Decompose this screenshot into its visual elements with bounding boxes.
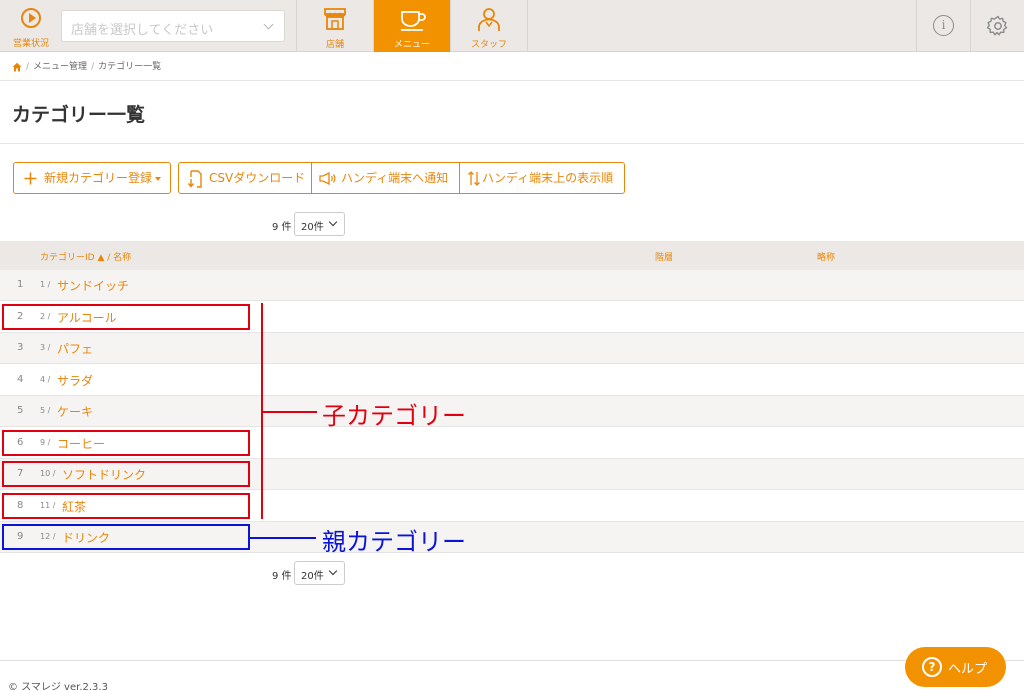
category-name-link[interactable]: サンドイッチ [57,277,129,294]
staff-icon [478,8,500,31]
new-category-button[interactable]: 新規カテゴリー登録 [13,162,171,194]
notify-handy-button[interactable]: ハンディ端末へ通知 [311,162,460,194]
per-page-select[interactable]: 20件 [294,212,345,236]
column-abbr[interactable]: 略称 [817,250,835,263]
row-number: 1 [17,279,24,290]
table-row: 5 5 / ケーキ [0,396,1024,427]
home-icon[interactable] [12,62,22,72]
row-number: 3 [17,342,24,353]
divider [0,660,1024,661]
row-number: 5 [17,405,24,416]
info-button[interactable]: i [916,0,970,52]
chevron-down-icon [263,19,274,30]
result-count: 9 件 [272,222,292,233]
chevron-down-icon [328,217,338,227]
csv-download-label: CSVダウンロード [209,171,306,185]
question-icon: ? [922,657,942,677]
breadcrumb-menu-management[interactable]: メニュー管理 [33,62,87,72]
category-id: 4 / [40,375,51,384]
category-id: 3 / [40,343,51,352]
store-select-placeholder: 店舗を選択してください [71,23,214,38]
row-number: 4 [17,374,24,385]
breadcrumb-current: カテゴリー一覧 [98,62,162,72]
table-header: カテゴリーID ▲ / 名称 階層 略称 [0,241,1024,270]
parent-pointer-line [250,537,316,539]
handy-order-label: ハンディ端末上の表示順 [482,171,614,185]
category-name-link[interactable]: ケーキ [57,403,93,420]
result-count: 9 件 [272,571,292,582]
sales-status-label: 営業状況 [12,39,49,49]
help-label: ヘルプ [948,662,988,677]
handy-order-button[interactable]: ハンディ端末上の表示順 [459,162,625,194]
tab-store-label: 店舗 [325,40,344,50]
page-title: カテゴリー一覧 [12,104,146,126]
breadcrumb-separator: / [91,62,95,72]
tab-menu[interactable]: メニュー [373,0,450,52]
chevron-down-icon [328,566,338,576]
top-bar: 営業状況 店舗を選択してください 店舗 メニュー スタッフ i [0,0,1024,52]
parent-category-annotation: 親カテゴリー [322,528,466,556]
child-pointer-line [263,411,317,413]
gear-icon [987,15,1008,36]
new-category-label: 新規カテゴリー登録 [44,171,153,185]
csv-download-button[interactable]: CSVダウンロード [178,162,312,194]
child-category-highlight [2,304,250,330]
notify-handy-label: ハンディ端末へ通知 [341,171,449,185]
per-page-value: 20件 [301,571,324,582]
divider [0,80,1024,81]
sales-status-button[interactable]: 営業状況 [0,0,60,52]
caret-down-icon [155,177,161,181]
sort-arrows-icon [468,171,480,186]
play-circle-icon [21,8,41,28]
store-icon [324,8,346,30]
info-icon: i [933,15,954,36]
category-id: 5 / [40,406,51,415]
megaphone-icon [319,172,336,185]
tab-menu-label: メニュー [393,40,430,50]
footer-version: © スマレジ ver.2.3.3 [8,682,108,691]
category-name-link[interactable]: パフェ [57,340,93,357]
category-id: 1 / [40,280,51,289]
store-select[interactable]: 店舗を選択してください [61,10,285,42]
table-row: 4 4 / サラダ [0,365,1024,396]
breadcrumb: / メニュー管理 / カテゴリー一覧 [12,60,161,74]
parent-category-highlight [2,524,250,550]
settings-button[interactable] [970,0,1024,52]
tab-divider [527,0,528,52]
plus-icon [24,172,37,185]
breadcrumb-separator: / [26,62,30,72]
table-row: 1 1 / サンドイッチ [0,270,1024,301]
download-file-icon [187,170,202,188]
child-category-annotation: 子カテゴリー [322,402,466,430]
child-category-highlight [2,430,250,456]
divider [0,143,1024,144]
tab-staff[interactable]: スタッフ [450,0,527,52]
help-button[interactable]: ? ヘルプ [905,647,1006,687]
per-page-value: 20件 [301,222,324,233]
column-level[interactable]: 階層 [655,250,673,263]
child-category-highlight [2,461,250,487]
cup-icon [401,11,426,31]
column-id-name[interactable]: カテゴリーID ▲ / 名称 [40,250,131,263]
tab-store[interactable]: 店舗 [296,0,373,52]
table-row: 3 3 / パフェ [0,333,1024,364]
child-category-highlight [2,493,250,519]
category-name-link[interactable]: サラダ [57,372,93,389]
per-page-select[interactable]: 20件 [294,561,345,585]
tab-staff-label: スタッフ [470,40,507,50]
